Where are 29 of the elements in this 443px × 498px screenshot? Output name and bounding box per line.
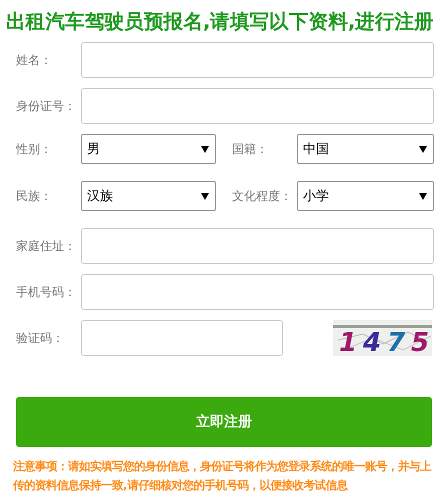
input-field[interactable]: [81, 228, 434, 264]
field-label: 文化程度：: [232, 188, 293, 204]
input-field[interactable]: [81, 42, 434, 78]
input-field[interactable]: [81, 88, 434, 124]
dropdown[interactable]: 汉族: [81, 181, 216, 211]
captcha-digit: 7: [387, 328, 406, 356]
field-label: 家庭住址：: [16, 238, 77, 254]
dropdown-arrow-icon: [201, 192, 209, 200]
captcha-digit: 5: [411, 328, 430, 356]
field-label: 手机号码：: [16, 284, 77, 300]
page-title: 出租汽车驾驶员预报名,请填写以下资料,进行注册: [6, 9, 434, 35]
dropdown[interactable]: 小学: [297, 181, 434, 211]
field-label: 国籍：: [232, 140, 269, 158]
field-label: 民族：: [16, 188, 53, 204]
field-label: 身份证号：: [16, 98, 77, 114]
captcha-digit: 4: [363, 328, 382, 356]
field-label: 验证码：: [16, 330, 65, 346]
field-label: 姓名：: [16, 52, 53, 68]
dropdown-arrow-icon: [201, 146, 209, 152]
notice-text: 注意事项：请如实填写您的身份信息，身份证号将作为您登录系统的唯一账号，并与上传的资料信息保持一致,请仔细核对您的手机号码，以便接收考试信息: [13, 459, 432, 494]
dropdown-arrow-icon: [419, 192, 427, 200]
field-label: 性别：: [16, 140, 53, 158]
dropdown[interactable]: 中国: [297, 134, 434, 164]
input-field[interactable]: [81, 320, 283, 356]
input-field[interactable]: [81, 274, 434, 310]
dropdown-arrow-icon: [419, 146, 427, 152]
dropdown[interactable]: 男: [81, 134, 216, 164]
captcha-digit: 1: [339, 328, 358, 356]
captcha-image[interactable]: 1 4 7 5: [333, 320, 432, 356]
